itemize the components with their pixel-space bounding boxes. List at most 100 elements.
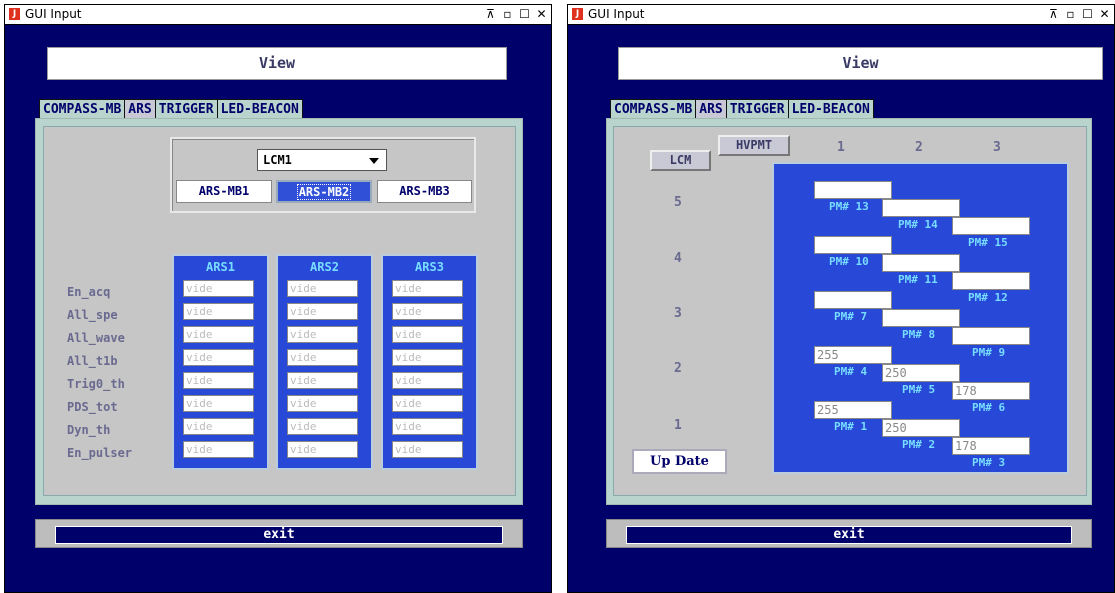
tab-bar: COMPASS-MB ARS TRIGGER LED-BEACON	[39, 99, 303, 119]
ars2-all-t1b-input[interactable]: vide	[287, 349, 358, 366]
window-title: GUI Input	[25, 7, 82, 21]
col-header-2: 2	[915, 140, 923, 155]
ars-mb3-button[interactable]: ARS-MB3	[377, 180, 472, 203]
tab-trigger[interactable]: TRIGGER	[725, 99, 789, 119]
ars-mb1-button[interactable]: ARS-MB1	[176, 180, 272, 203]
pm9-input[interactable]	[952, 327, 1030, 345]
pm2-input[interactable]: 250	[882, 419, 960, 437]
maximize-icon[interactable]: ☐	[517, 7, 532, 22]
pm13-input[interactable]	[814, 181, 892, 199]
tab-trigger[interactable]: TRIGGER	[154, 99, 218, 119]
title-bar[interactable]: J GUI Input ⊼ ▫ ☐ ✕	[5, 5, 551, 25]
row-header-5: 5	[674, 195, 682, 210]
pm-grid-panel: PM# 13 PM# 14 PM# 15 PM# 10 PM# 11 PM# 1…	[772, 162, 1069, 474]
ars2-trig0-th-input[interactable]: vide	[287, 372, 358, 389]
row-label-trig0-th: Trig0_th	[67, 377, 125, 391]
ars1-en-acq-input[interactable]: vide	[183, 280, 254, 297]
ars3-trig0-th-input[interactable]: vide	[392, 372, 463, 389]
ars2-dyn-th-input[interactable]: vide	[287, 418, 358, 435]
ars2-pds-tot-input[interactable]: vide	[287, 395, 358, 412]
ars3-header: ARS3	[415, 260, 444, 274]
ars1-all-t1b-input[interactable]: vide	[183, 349, 254, 366]
maximize-icon[interactable]: ☐	[1080, 7, 1095, 22]
ars1-trig0-th-input[interactable]: vide	[183, 372, 254, 389]
tab-led-beacon[interactable]: LED-BEACON	[787, 99, 874, 119]
pm1-input[interactable]: 255	[814, 401, 892, 419]
gui-input-window-hvpmt: J GUI Input ⊼ ▫ ☐ ✕ View COMPASS-MB ARS …	[567, 4, 1115, 593]
pm14-label: PM# 14	[898, 218, 938, 231]
ars1-all-spe-input[interactable]: vide	[183, 303, 254, 320]
pm5-input[interactable]: 250	[882, 364, 960, 382]
pm3-input[interactable]: 178	[952, 437, 1030, 455]
minimize-icon[interactable]: ▫	[500, 7, 515, 22]
ars2-en-acq-input[interactable]: vide	[287, 280, 358, 297]
exit-button[interactable]: exit	[55, 526, 503, 544]
java-app-icon: J	[9, 8, 20, 20]
pin-icon[interactable]: ⊼	[483, 7, 498, 22]
ars1-all-wave-input[interactable]: vide	[183, 326, 254, 343]
lcm-button[interactable]: LCM	[650, 150, 711, 171]
ars2-en-pulser-input[interactable]: vide	[287, 441, 358, 458]
ars1-dyn-th-input[interactable]: vide	[183, 418, 254, 435]
pm1-label: PM# 1	[834, 420, 868, 433]
close-icon[interactable]: ✕	[534, 7, 549, 22]
ars2-header: ARS2	[310, 260, 339, 274]
update-button[interactable]: Up Date	[632, 449, 727, 474]
title-bar[interactable]: J GUI Input ⊼ ▫ ☐ ✕	[568, 5, 1114, 25]
pm10-input[interactable]	[814, 236, 892, 254]
pm7-input[interactable]	[814, 291, 892, 309]
ars2-column: ARS2 vide vide vide vide vide vide vide …	[276, 254, 373, 470]
ars1-header: ARS1	[206, 260, 235, 274]
ars-mb2-button[interactable]: ARS-MB2	[276, 180, 372, 203]
pm9-label: PM# 9	[972, 346, 1006, 359]
ars3-column: ARS3 vide vide vide vide vide vide vide …	[381, 254, 478, 470]
gui-input-window-ars: J GUI Input ⊼ ▫ ☐ ✕ View COMPASS-MB ARS …	[4, 4, 552, 593]
ars3-en-acq-input[interactable]: vide	[392, 280, 463, 297]
tab-ars[interactable]: ARS	[695, 99, 727, 119]
exit-bar: exit	[35, 519, 523, 548]
ars1-pds-tot-input[interactable]: vide	[183, 395, 254, 412]
pm7-label: PM# 7	[834, 310, 868, 323]
view-label-box: View	[618, 47, 1103, 80]
window-controls: ⊼ ▫ ☐ ✕	[483, 5, 549, 24]
tab-led-beacon[interactable]: LED-BEACON	[216, 99, 303, 119]
ars3-all-spe-input[interactable]: vide	[392, 303, 463, 320]
pm12-input[interactable]	[952, 272, 1030, 290]
row-header-4: 4	[674, 251, 682, 266]
ars3-all-t1b-input[interactable]: vide	[392, 349, 463, 366]
close-icon[interactable]: ✕	[1097, 7, 1112, 22]
lcm-select[interactable]: LCM1	[257, 149, 387, 171]
pm2-label: PM# 2	[902, 438, 936, 451]
hvpmt-button[interactable]: HVPMT	[718, 135, 790, 156]
pm4-input[interactable]: 255	[814, 346, 892, 364]
pm8-input[interactable]	[882, 309, 960, 327]
tab-compass-mb[interactable]: COMPASS-MB	[39, 99, 126, 119]
pm5-label: PM# 5	[902, 383, 936, 396]
row-label-en-pulser: En_pulser	[67, 446, 133, 460]
tab-ars[interactable]: ARS	[124, 99, 156, 119]
lcm-select-value: LCM1	[263, 153, 292, 167]
java-app-icon: J	[572, 8, 583, 20]
exit-bar: exit	[606, 519, 1092, 548]
ars3-dyn-th-input[interactable]: vide	[392, 418, 463, 435]
pin-icon[interactable]: ⊼	[1046, 7, 1061, 22]
pm10-label: PM# 10	[829, 255, 869, 268]
minimize-icon[interactable]: ▫	[1063, 7, 1078, 22]
tab-compass-mb[interactable]: COMPASS-MB	[610, 99, 697, 119]
exit-button[interactable]: exit	[626, 526, 1072, 544]
ars1-en-pulser-input[interactable]: vide	[183, 441, 254, 458]
chevron-down-icon	[369, 158, 379, 164]
pm15-input[interactable]	[952, 217, 1030, 235]
ars2-all-wave-input[interactable]: vide	[287, 326, 358, 343]
pm13-label: PM# 13	[829, 200, 869, 213]
ars2-all-spe-input[interactable]: vide	[287, 303, 358, 320]
pm11-input[interactable]	[882, 254, 960, 272]
pm6-input[interactable]: 178	[952, 382, 1030, 400]
ars3-en-pulser-input[interactable]: vide	[392, 441, 463, 458]
ars3-all-wave-input[interactable]: vide	[392, 326, 463, 343]
ars3-pds-tot-input[interactable]: vide	[392, 395, 463, 412]
pm14-input[interactable]	[882, 199, 960, 217]
window-title: GUI Input	[588, 7, 645, 21]
pm3-label: PM# 3	[972, 456, 1006, 469]
row-label-dyn-th: Dyn_th	[67, 423, 111, 437]
